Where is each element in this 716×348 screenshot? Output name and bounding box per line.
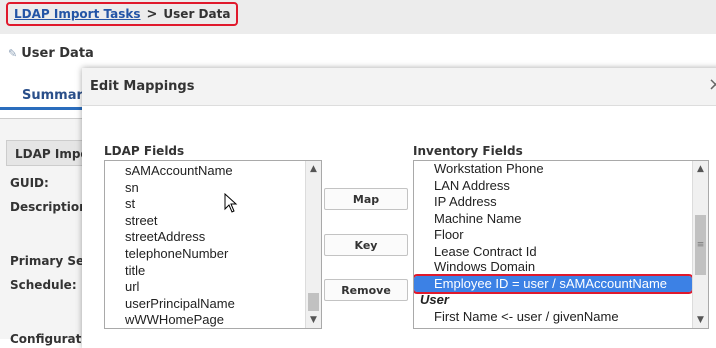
list-item[interactable]: userPrincipalName bbox=[105, 296, 305, 313]
breadcrumb: LDAP Import Tasks > User Data bbox=[6, 2, 239, 26]
breadcrumb-link-ldap-import-tasks[interactable]: LDAP Import Tasks bbox=[14, 7, 141, 21]
inventory-fields-label: Inventory Fields bbox=[413, 144, 523, 158]
background-section-header: LDAP Impo bbox=[6, 140, 90, 166]
ldap-scrollbar[interactable]: ▲ ▼ bbox=[305, 161, 321, 328]
breadcrumb-current: User Data bbox=[163, 7, 231, 21]
ldap-fields-items: sAMAccountName sn st street streetAddres… bbox=[105, 161, 305, 328]
scroll-thumb[interactable]: ≡ bbox=[695, 215, 706, 275]
scroll-down-icon[interactable]: ▼ bbox=[693, 312, 708, 328]
list-item[interactable]: wWWHomePage bbox=[105, 312, 305, 328]
background-row-schedule: Schedule: bbox=[10, 278, 77, 292]
pencil-icon: ✎ bbox=[8, 47, 18, 60]
list-item[interactable]: Windows Domain bbox=[414, 261, 692, 273]
list-item[interactable]: st bbox=[105, 196, 305, 213]
background-row-configuration: Configurat bbox=[10, 332, 82, 346]
list-item[interactable]: title bbox=[105, 263, 305, 280]
list-item[interactable]: url bbox=[105, 279, 305, 296]
list-item[interactable]: Machine Name bbox=[414, 211, 692, 228]
ldap-fields-listbox[interactable]: sAMAccountName sn st street streetAddres… bbox=[104, 160, 322, 329]
list-item[interactable]: sAMAccountName bbox=[105, 163, 305, 180]
list-item[interactable]: street bbox=[105, 213, 305, 230]
mouse-cursor-icon bbox=[224, 193, 238, 213]
list-item[interactable]: streetAddress bbox=[105, 229, 305, 246]
map-button[interactable]: Map bbox=[324, 188, 408, 210]
list-item[interactable]: Workstation Phone bbox=[414, 161, 692, 178]
background-row-description: Description bbox=[10, 200, 88, 214]
ldap-fields-label: LDAP Fields bbox=[104, 144, 185, 158]
background-row-primary: Primary Se bbox=[10, 254, 85, 268]
grip-icon: ≡ bbox=[696, 240, 705, 250]
list-item[interactable]: telephoneNumber bbox=[105, 246, 305, 263]
top-bar: LDAP Import Tasks > User Data bbox=[0, 0, 716, 34]
breadcrumb-separator: > bbox=[146, 6, 158, 22]
tab-summary[interactable]: Summary bbox=[0, 80, 91, 110]
list-item[interactable]: IP Address bbox=[414, 194, 692, 211]
inventory-fields-items: Workstation Phone LAN Address IP Address… bbox=[414, 161, 694, 328]
scroll-down-icon[interactable]: ▼ bbox=[306, 312, 321, 328]
list-group-header: User bbox=[420, 292, 449, 308]
dialog-header: Edit Mappings × bbox=[82, 68, 716, 106]
close-icon[interactable]: × bbox=[708, 74, 716, 95]
dialog-title: Edit Mappings bbox=[90, 79, 195, 94]
background-row-guid: GUID: bbox=[10, 176, 49, 190]
list-item[interactable]: First Name <- user / givenName bbox=[414, 309, 692, 326]
inventory-scrollbar[interactable]: ▲ ≡ ▼ bbox=[692, 161, 708, 328]
scroll-thumb[interactable] bbox=[308, 293, 319, 311]
scroll-up-icon[interactable]: ▲ bbox=[306, 161, 321, 177]
list-item[interactable]: LAN Address bbox=[414, 178, 692, 195]
page-title-text: User Data bbox=[21, 46, 94, 61]
remove-button[interactable]: Remove bbox=[324, 279, 408, 301]
list-item[interactable]: Floor bbox=[414, 227, 692, 244]
key-button[interactable]: Key bbox=[324, 234, 408, 256]
page-title: ✎ User Data bbox=[8, 46, 94, 61]
inventory-fields-listbox[interactable]: Workstation Phone LAN Address IP Address… bbox=[413, 160, 709, 329]
list-item[interactable]: Lease Contract Id bbox=[414, 244, 692, 261]
list-item-selected[interactable]: Employee ID = user / sAMAccountName bbox=[414, 273, 694, 295]
scroll-up-icon[interactable]: ▲ bbox=[693, 161, 708, 177]
list-item[interactable]: sn bbox=[105, 180, 305, 197]
edit-mappings-dialog: Edit Mappings × LDAP Fields Inventory Fi… bbox=[82, 68, 716, 348]
